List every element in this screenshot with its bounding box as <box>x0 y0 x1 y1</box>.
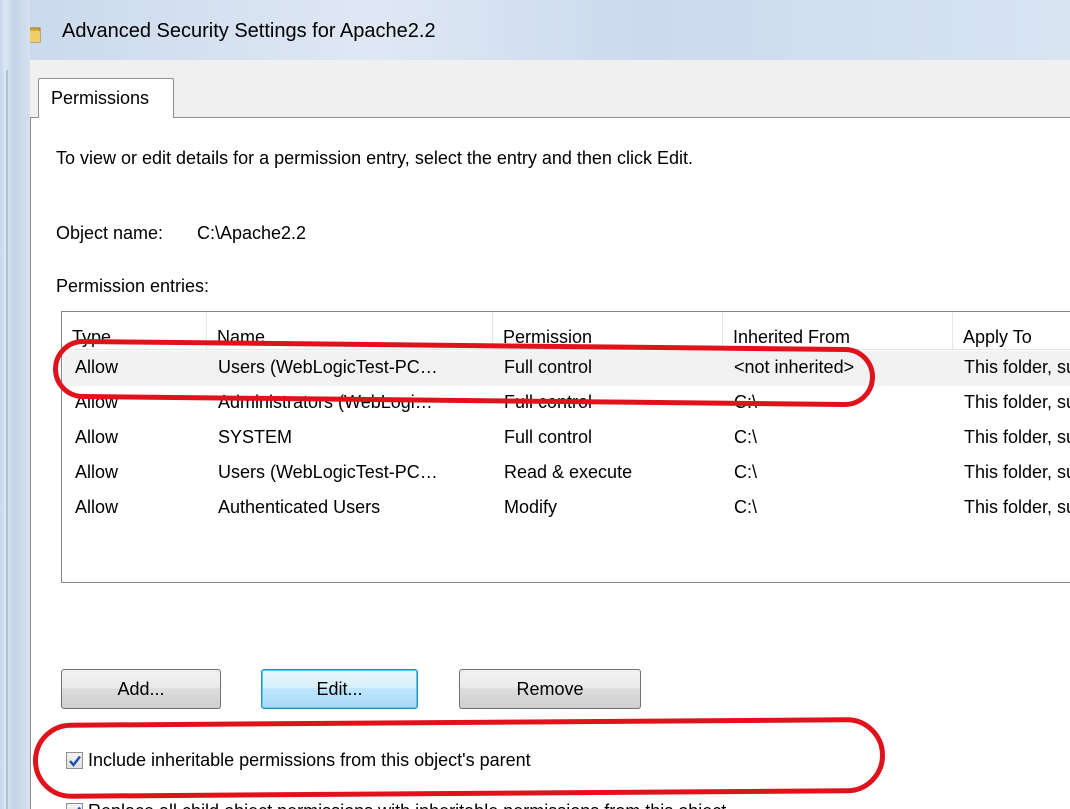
cell-permission: Modify <box>504 497 558 517</box>
list-header: Type Name Permission Inherited From Appl… <box>62 312 1070 350</box>
permission-entries-label: Permission entries: <box>56 276 210 296</box>
remove-button[interactable]: Remove <box>459 669 641 709</box>
cell-inherited-from: C:\ <box>734 392 758 412</box>
security-settings-window: Advanced Security Settings for Apache2.2… <box>0 0 1070 809</box>
cell-apply-to: This folder, su <box>964 357 1070 377</box>
include-inheritable-checkbox[interactable] <box>66 752 83 769</box>
column-header-inherited-from[interactable]: Inherited From <box>723 312 953 350</box>
column-header-name[interactable]: Name <box>207 312 493 350</box>
cell-type: Allow <box>75 497 119 517</box>
cell-type: Allow <box>75 357 119 377</box>
replace-child-label: Replace all child object permissions wit… <box>88 801 726 809</box>
cell-inherited-from: <not inherited> <box>734 357 855 377</box>
title-bar[interactable]: Advanced Security Settings for Apache2.2 <box>0 0 1070 60</box>
replace-child-checkbox[interactable] <box>66 803 83 809</box>
cell-inherited-from: C:\ <box>734 462 758 482</box>
tab-permissions[interactable]: Permissions <box>38 78 174 118</box>
cell-apply-to: This folder, su <box>964 497 1070 517</box>
cell-apply-to: This folder, su <box>964 392 1070 412</box>
cell-name: Authenticated Users <box>218 497 381 517</box>
table-row[interactable]: Allow Authenticated Users Modify C:\ Thi… <box>63 491 1070 526</box>
intro-text: To view or edit details for a permission… <box>56 148 693 168</box>
tab-permissions-label: Permissions <box>51 88 150 108</box>
window-title: Advanced Security Settings for Apache2.2 <box>62 20 436 42</box>
column-header-apply-to[interactable]: Apply To <box>953 312 1070 350</box>
object-name-label: Object name: <box>56 223 164 243</box>
checkmark-icon <box>69 755 81 767</box>
permissions-page: To view or edit details for a permission… <box>30 117 1070 809</box>
edit-button[interactable]: Edit... <box>261 669 418 709</box>
cell-permission: Read & execute <box>504 462 633 482</box>
cell-name: SYSTEM <box>218 427 293 447</box>
object-name-value: C:\Apache2.2 <box>197 223 307 243</box>
column-header-permission[interactable]: Permission <box>493 312 723 350</box>
cell-permission: Full control <box>504 357 593 377</box>
table-row[interactable]: Allow Users (WebLogicTest-PC… Read & exe… <box>63 456 1070 491</box>
table-row[interactable]: Allow SYSTEM Full control C:\ This folde… <box>63 421 1070 456</box>
cell-name: Users (WebLogicTest-PC… <box>218 462 438 482</box>
table-row[interactable]: Allow Users (WebLogicTest-PC… Full contr… <box>63 351 1070 386</box>
cell-name: Users (WebLogicTest-PC… <box>218 357 438 377</box>
cell-permission: Full control <box>504 427 593 447</box>
window-frame-left <box>0 0 30 809</box>
cell-apply-to: This folder, su <box>964 462 1070 482</box>
cell-type: Allow <box>75 392 119 412</box>
cell-inherited-from: C:\ <box>734 497 758 517</box>
cell-apply-to: This folder, su <box>964 427 1070 447</box>
cell-name: Administrators (WebLogi… <box>218 392 433 412</box>
dialog-body: Permissions To view or edit details for … <box>30 60 1070 809</box>
cell-type: Allow <box>75 427 119 447</box>
checkmark-icon <box>77 806 81 809</box>
add-button[interactable]: Add... <box>61 669 221 709</box>
column-header-type[interactable]: Type <box>62 312 207 350</box>
cell-type: Allow <box>75 462 119 482</box>
include-inheritable-label: Include inheritable permissions from thi… <box>88 750 531 770</box>
table-row[interactable]: Allow Administrators (WebLogi… Full cont… <box>63 386 1070 421</box>
cell-permission: Full control <box>504 392 593 412</box>
permission-entries-list[interactable]: Type Name Permission Inherited From Appl… <box>61 311 1070 583</box>
cell-inherited-from: C:\ <box>734 427 758 447</box>
